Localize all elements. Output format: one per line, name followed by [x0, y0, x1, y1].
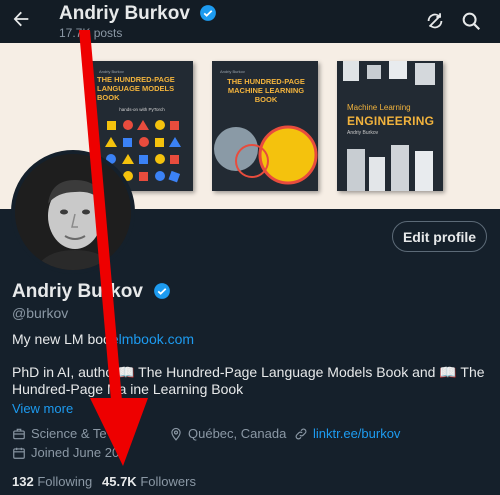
following-stat[interactable]: 132 Following	[12, 474, 92, 489]
avatar[interactable]	[11, 150, 135, 274]
profile-name: Andriy Burkov	[12, 281, 171, 303]
profile-photo	[15, 154, 131, 270]
briefcase-icon	[13, 428, 25, 439]
subscribe-sync-icon[interactable]	[424, 10, 446, 32]
edit-profile-button[interactable]: Edit profile	[392, 221, 487, 252]
location-pin-icon	[171, 427, 181, 441]
profile-joined-date: Joined June 20	[12, 445, 119, 460]
link-icon	[295, 428, 307, 439]
header-name: Andriy Burkov	[59, 3, 217, 25]
bio-line-2: PhD in AI, autho 📖 The Hundred-Page Lang…	[12, 364, 485, 397]
book-cover-ml-engineering: Machine Learning ENGINEERING Andriy Burk…	[337, 61, 443, 191]
back-arrow-icon[interactable]	[10, 8, 32, 30]
website-link[interactable]: linktr.ee/burkov	[313, 426, 400, 441]
book-cover-machine-learning: Andriy Burkov THE HUNDRED-PAGE MACHINE L…	[212, 61, 318, 191]
profile-category: Science & Te ogy	[12, 426, 131, 441]
bio-line-1: My new LM booelmbook.com	[12, 331, 195, 347]
verified-badge-icon	[200, 5, 217, 21]
post-count: 17.7K posts	[59, 26, 123, 40]
top-bar: Andriy Burkov 17.7K posts	[0, 0, 500, 43]
profile-location: Québec, Canada	[169, 426, 286, 441]
circles-art	[214, 125, 318, 185]
view-more-link[interactable]: View more	[12, 401, 73, 416]
followers-stat[interactable]: 45.7K Followers	[102, 474, 196, 489]
calendar-icon	[13, 447, 25, 459]
profile-website: linktr.ee/burkov	[294, 426, 400, 441]
verified-badge-icon[interactable]	[153, 282, 171, 300]
bio-link[interactable]: elmbook.com	[111, 331, 194, 347]
profile-handle: @burkov	[12, 305, 69, 321]
search-icon[interactable]	[460, 10, 482, 32]
